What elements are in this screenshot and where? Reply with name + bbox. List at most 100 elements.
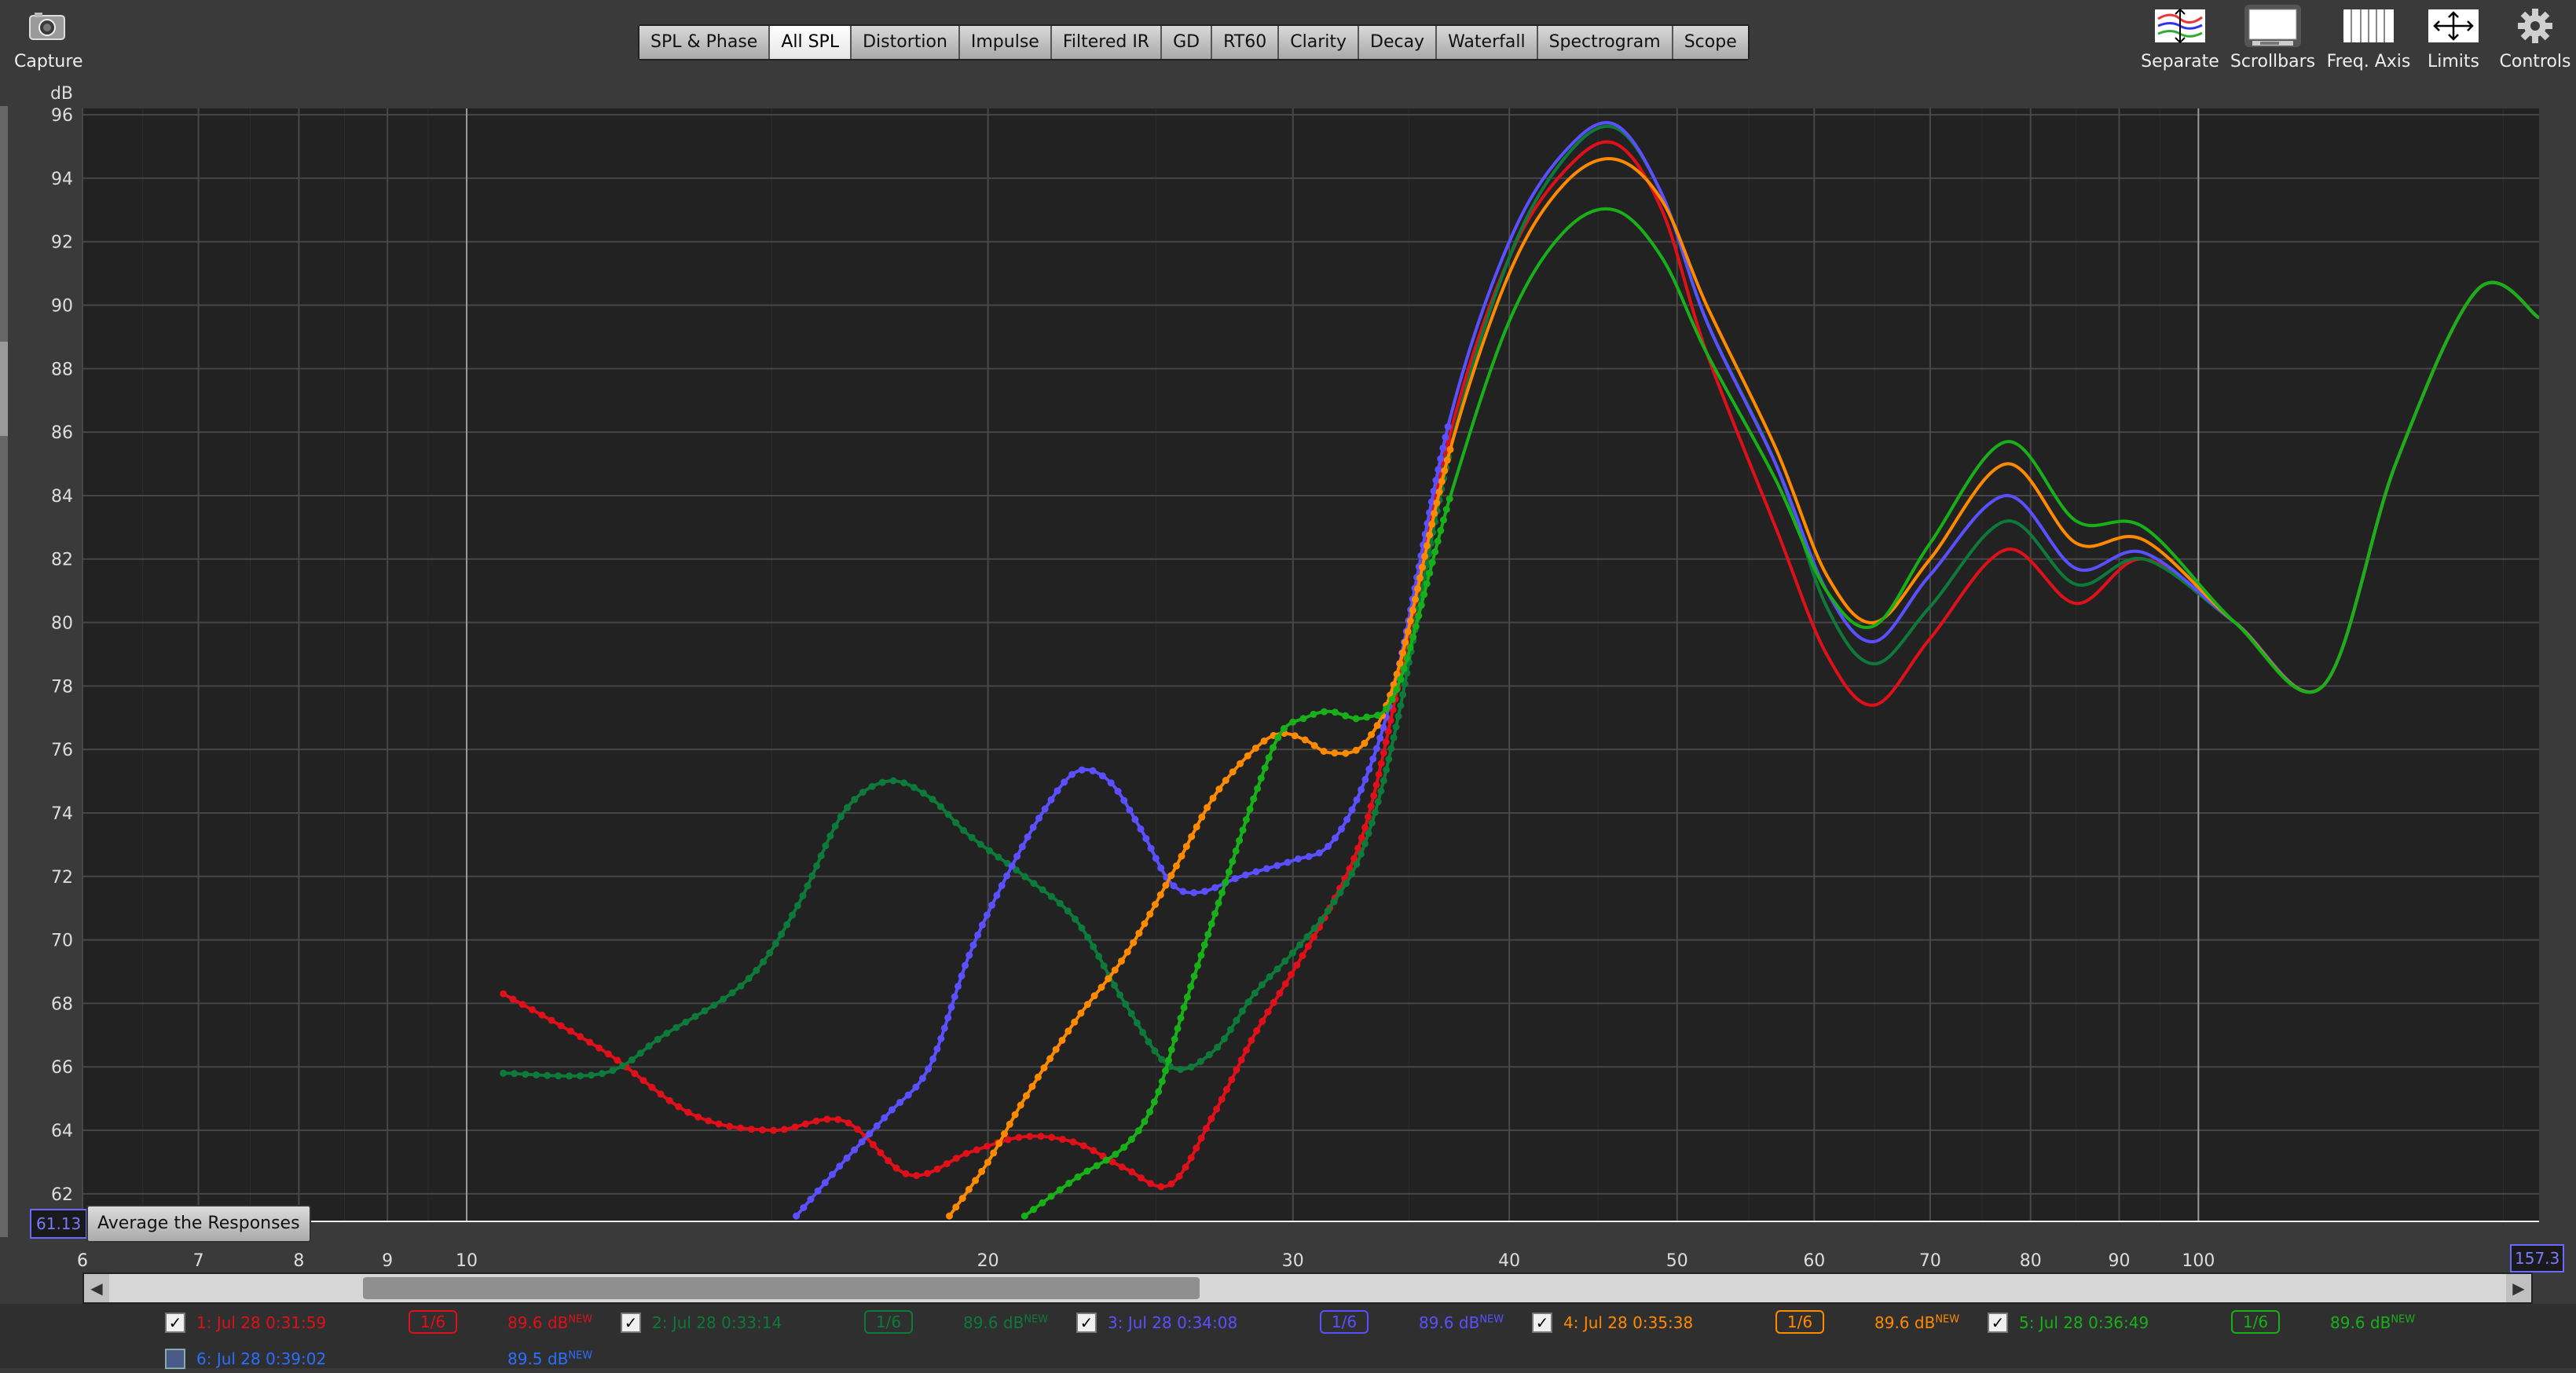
series-marker	[1102, 1156, 1110, 1164]
smoothing-button[interactable]: 1/6	[409, 1310, 457, 1334]
tab-gd[interactable]: GD	[1162, 26, 1213, 59]
x-max-value[interactable]: 157.3	[2510, 1244, 2565, 1272]
series-marker	[1214, 1043, 1222, 1051]
series-marker	[1151, 1047, 1159, 1055]
series-marker	[1270, 998, 1277, 1006]
series-marker	[1095, 953, 1103, 960]
measurement-checkbox[interactable]: ✓	[165, 1313, 185, 1333]
separate-button[interactable]: Separate	[2137, 5, 2223, 71]
measurement-name[interactable]: 1: Jul 28 0:31:59	[196, 1313, 326, 1332]
limits-icon	[2425, 5, 2482, 47]
series-marker	[682, 1018, 690, 1026]
series-marker	[557, 1022, 565, 1030]
series-marker	[1331, 708, 1339, 716]
level-value: 89.6 dB	[963, 1313, 1024, 1332]
measurement-checkbox[interactable]: ✓	[1532, 1313, 1552, 1333]
average-level-value[interactable]: 61.13	[30, 1209, 88, 1239]
series-marker	[1156, 891, 1164, 899]
tab-rt60[interactable]: RT60	[1212, 26, 1280, 59]
series-marker	[1388, 696, 1396, 703]
series-marker	[1434, 537, 1442, 545]
smoothing-button[interactable]: 1/6	[2231, 1310, 2280, 1334]
freq-axis-button[interactable]: Freq. Axis	[2325, 5, 2412, 71]
series-marker	[1052, 1045, 1060, 1053]
series-marker	[793, 902, 801, 910]
controls-label: Controls	[2499, 52, 2571, 71]
spl-chart[interactable]: 626466687072747678808284868890929496dB6 7…	[0, 79, 2576, 1272]
series-marker	[1310, 741, 1318, 749]
series-marker	[947, 1003, 955, 1011]
series-marker	[1237, 760, 1244, 767]
tab-spectrogram[interactable]: Spectrogram	[1537, 26, 1673, 59]
series-marker	[910, 784, 918, 791]
gear-icon	[2507, 5, 2563, 47]
measurement-name[interactable]: 6: Jul 28 0:39:02	[196, 1349, 326, 1368]
tab-all-spl[interactable]: All SPL	[770, 26, 852, 59]
y-tick-label: 62	[51, 1185, 73, 1205]
measurement-checkbox[interactable]: ✓	[1988, 1313, 2008, 1333]
series-marker	[1174, 1025, 1182, 1032]
series-marker	[995, 1140, 1003, 1148]
series-marker	[1342, 712, 1350, 719]
measurement-name[interactable]: 4: Jul 28 0:35:38	[1563, 1313, 1693, 1332]
series-marker	[1228, 1076, 1236, 1083]
series-marker	[1317, 916, 1325, 924]
series-marker	[710, 1001, 718, 1009]
series-marker	[1270, 744, 1277, 752]
series-marker	[1423, 580, 1431, 588]
measurement-name[interactable]: 5: Jul 28 0:36:49	[2019, 1313, 2149, 1332]
smoothing-button[interactable]: 1/6	[1775, 1310, 1824, 1334]
capture-button[interactable]: Capture	[14, 5, 82, 71]
measurement-checkbox[interactable]	[165, 1349, 185, 1369]
series-marker	[1421, 552, 1428, 560]
tab-waterfall[interactable]: Waterfall	[1437, 26, 1538, 59]
series-marker	[1123, 948, 1131, 956]
smoothing-button[interactable]: 1/6	[1320, 1310, 1369, 1334]
scrollbars-button[interactable]: Scrollbars	[2230, 5, 2316, 71]
series-marker	[1238, 1007, 1246, 1015]
series-marker	[1207, 920, 1215, 928]
tab-filtered-ir[interactable]: Filtered IR	[1051, 26, 1163, 59]
series-marker	[631, 1070, 639, 1078]
average-responses-button[interactable]: Average the Responses	[86, 1205, 311, 1243]
series-marker	[1039, 886, 1046, 894]
plot-area[interactable]	[82, 108, 2539, 1221]
series-marker	[1276, 990, 1284, 997]
series-marker	[1357, 850, 1365, 858]
series-marker	[888, 1106, 896, 1114]
series-marker	[812, 1117, 820, 1125]
tab-decay[interactable]: Decay	[1359, 26, 1438, 59]
tab-clarity[interactable]: Clarity	[1279, 26, 1359, 59]
horizontal-scroll-thumb[interactable]	[363, 1277, 1200, 1299]
scroll-left-icon[interactable]: ◀	[84, 1274, 109, 1302]
measurement-checkbox[interactable]: ✓	[1076, 1313, 1097, 1333]
controls-button[interactable]: Controls	[2492, 5, 2576, 71]
tab-scope[interactable]: Scope	[1673, 26, 1748, 59]
series-marker	[1171, 1035, 1178, 1043]
tab-impulse[interactable]: Impulse	[959, 26, 1052, 59]
series-marker	[1047, 1192, 1055, 1200]
measurement-name[interactable]: 3: Jul 28 0:34:08	[1108, 1313, 1237, 1332]
series-marker	[1301, 736, 1309, 744]
y-tick-label: 80	[51, 614, 73, 634]
series-marker	[1260, 737, 1268, 745]
series-marker	[1336, 889, 1344, 896]
measurement-name[interactable]: 2: Jul 28 0:33:14	[652, 1313, 782, 1332]
scroll-right-icon[interactable]: ▶	[2506, 1274, 2531, 1302]
series-marker	[1118, 1163, 1126, 1171]
horizontal-scrollbar[interactable]: ◀ ▶	[82, 1272, 2533, 1304]
series-marker	[1291, 732, 1299, 740]
series-marker	[1397, 701, 1405, 709]
limits-button[interactable]: Limits	[2410, 5, 2497, 71]
series-marker	[604, 1050, 612, 1058]
series-marker	[614, 1056, 621, 1064]
tab-spl-phase[interactable]: SPL & Phase	[639, 26, 771, 59]
tab-distortion[interactable]: Distortion	[852, 26, 960, 59]
series-marker	[952, 1155, 960, 1162]
series-marker	[1157, 1183, 1165, 1191]
y-axis-label: dB	[50, 84, 73, 104]
series-marker	[1046, 1055, 1054, 1063]
smoothing-button[interactable]: 1/6	[864, 1310, 913, 1334]
measurement-checkbox[interactable]: ✓	[621, 1313, 641, 1333]
series-marker	[1390, 734, 1398, 741]
